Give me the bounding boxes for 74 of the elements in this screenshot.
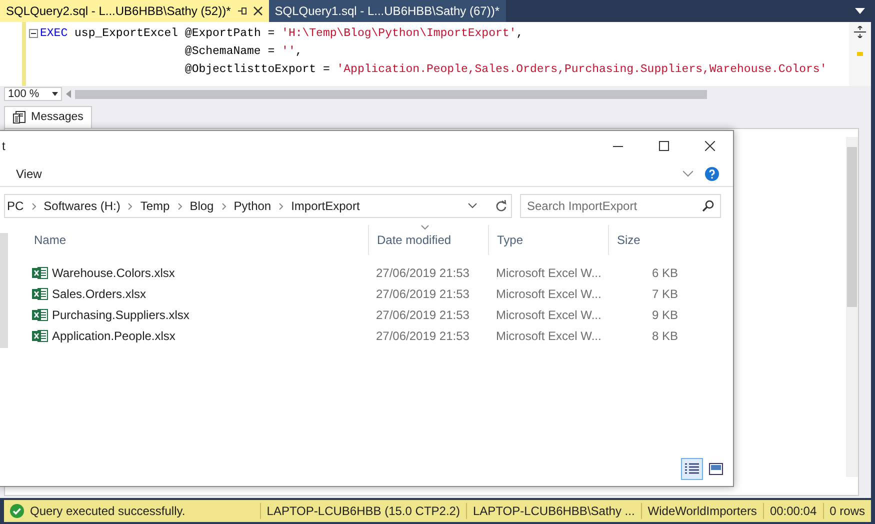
breadcrumb-item[interactable]: PC [7, 197, 24, 215]
editor-tab[interactable]: SQLQuery1.sql - L...UB6HBB\Sathy (67))* [268, 0, 506, 22]
chevron-down-icon[interactable] [468, 203, 477, 209]
caret-icon [52, 92, 58, 96]
search-box[interactable]: Search ImportExport [520, 194, 721, 218]
status-rows: 0 rows [822, 503, 871, 519]
sort-icon [421, 225, 429, 230]
file-date: 27/06/2019 21:53 [375, 328, 470, 344]
split-icon[interactable] [854, 26, 866, 38]
details-view-button[interactable] [681, 458, 703, 480]
breadcrumb-item[interactable]: Temp [140, 197, 170, 215]
file-size: 6 KB [650, 264, 679, 282]
breadcrumb-item[interactable]: ImportExport [291, 197, 360, 215]
column-header[interactable]: Name [12, 225, 368, 255]
breadcrumb-separator-icon [279, 202, 284, 210]
file-date: 27/06/2019 21:53 [375, 264, 470, 282]
breadcrumb-item[interactable]: Python [234, 197, 272, 215]
spreadsheet-file-icon [32, 266, 48, 280]
file-type: Microsoft Excel W... [495, 328, 602, 344]
refresh-icon[interactable] [495, 200, 507, 212]
file-name[interactable]: Sales.Orders.xlsx [52, 284, 146, 302]
breadcrumb-separator-icon [222, 202, 226, 210]
status-user: LAPTOP-LCUB6HBB\Sathy ... [466, 503, 641, 519]
status-message: Query executed successfully. [30, 503, 186, 519]
column-header[interactable]: Type [488, 225, 608, 255]
chevron-down-icon[interactable] [683, 170, 693, 176]
file-type: Microsoft Excel W... [495, 306, 602, 324]
search-icon [702, 200, 714, 212]
breadcrumb-separator-icon [178, 202, 182, 210]
large-icons-view-icon [709, 463, 723, 475]
close-icon [705, 141, 715, 151]
spreadsheet-file-icon [32, 286, 48, 300]
editor-tab[interactable]: SQLQuery2.sql - L...UB6HBB\Sathy (52))* [0, 0, 269, 22]
code-line: @SchemaName = '', [184, 44, 304, 60]
address-bar[interactable]: PC Softwares (H:) Temp Blog Python ImportExport [4, 194, 512, 218]
results-tab[interactable]: Messages [4, 106, 92, 128]
file-date: 27/06/2019 21:53 [375, 306, 470, 324]
spreadsheet-file-icon [32, 308, 48, 322]
close-icon[interactable] [252, 6, 263, 16]
file-size: 8 KB [650, 328, 679, 344]
messages-icon [13, 111, 26, 124]
breadcrumb-item[interactable]: Blog [190, 197, 214, 215]
breadcrumb-separator-icon [32, 202, 36, 210]
breadcrumb-item[interactable]: Softwares (H:) [44, 197, 120, 215]
zoom-dropdown[interactable]: 100 % [4, 87, 62, 101]
collapse-icon[interactable] [29, 29, 38, 38]
file-size: 7 KB [650, 286, 679, 302]
details-view-icon [685, 463, 699, 475]
file-size: 9 KB [650, 306, 679, 324]
code-line: EXEC usp_ExportExcel @ExportPath = 'H:\Temp\Blog\Python\ImportExport', [40, 26, 524, 42]
dropdown-icon[interactable] [855, 8, 865, 14]
spreadsheet-file-icon [32, 328, 48, 342]
navigation-scrollbar[interactable] [0, 233, 8, 348]
vertical-scrollbar[interactable] [846, 137, 858, 477]
file-type: Microsoft Excel W... [495, 286, 602, 302]
success-icon [10, 504, 24, 518]
help-icon[interactable] [705, 166, 719, 180]
file-name[interactable]: Purchasing.Suppliers.xlsx [52, 306, 190, 324]
column-header[interactable]: Date modified [368, 225, 488, 255]
file-name[interactable]: Application.People.xlsx [52, 326, 176, 344]
status-server: LAPTOP-LCUB6HBB (15.0 CTP2.2) [260, 503, 466, 519]
status-database: WideWorldImporters [640, 503, 763, 519]
menu-item[interactable]: View [16, 164, 42, 182]
window-title: t [2, 138, 6, 155]
file-name[interactable]: Warehouse.Colors.xlsx [52, 264, 175, 282]
pin-icon[interactable] [236, 6, 247, 16]
file-date: 27/06/2019 21:53 [375, 286, 470, 302]
file-type: Microsoft Excel W... [495, 264, 602, 282]
maximize-icon [659, 141, 669, 151]
code-line: @ObjectlisttoExport = 'Application.People,Sales.Orders,Purchasing.Suppliers,Warehouse.Colors' [184, 62, 828, 78]
breadcrumb-separator-icon [128, 202, 132, 210]
marker-icon [857, 52, 863, 56]
status-elapsed: 00:00:04 [762, 503, 823, 519]
column-header[interactable]: Size [608, 225, 686, 255]
